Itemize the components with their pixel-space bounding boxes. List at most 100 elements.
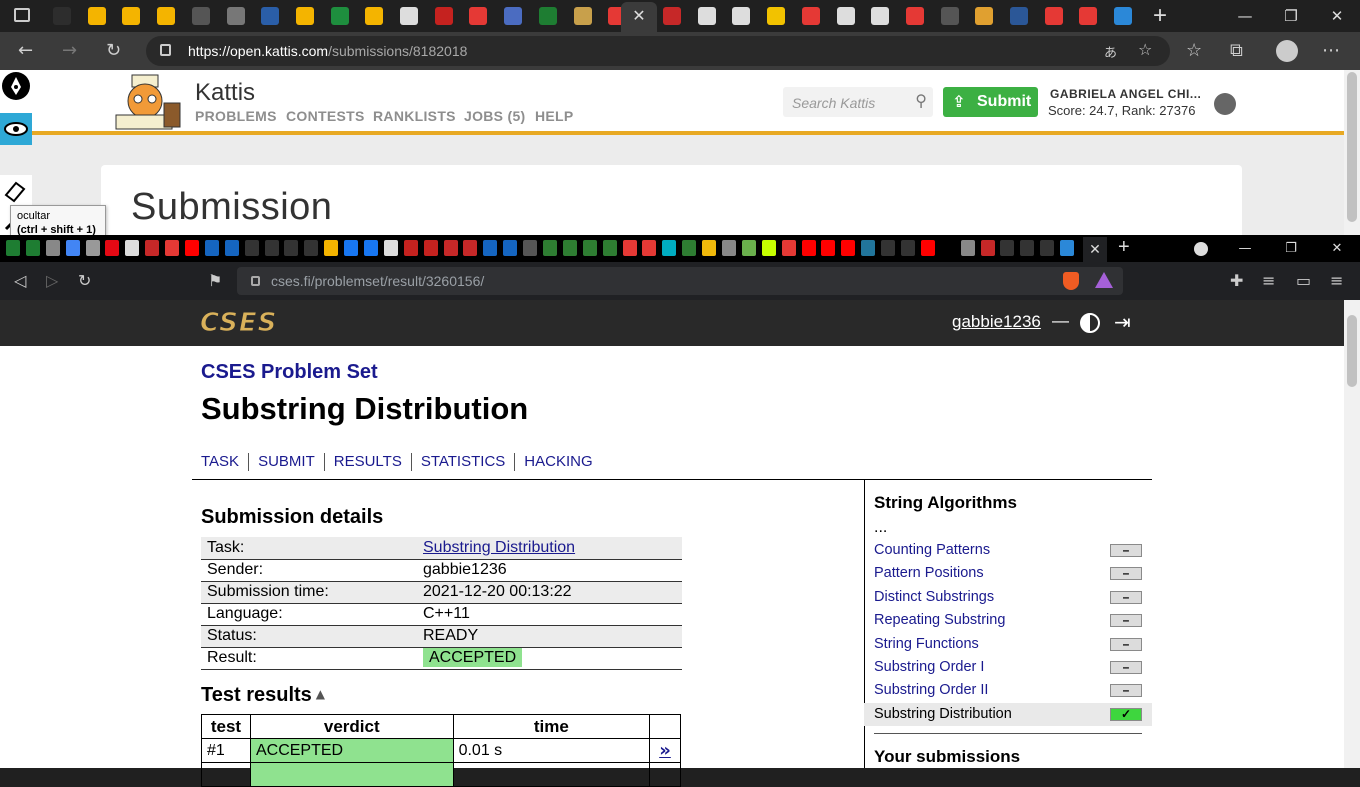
tab-favicon[interactable] (761, 240, 776, 256)
tab-favicon[interactable] (226, 7, 245, 25)
brave-rewards-icon[interactable] (1095, 272, 1113, 288)
test-results-heading[interactable]: Test results ▲ (201, 684, 325, 707)
collapse-arrow-icon[interactable]: ▲ (316, 687, 325, 701)
tab-favicon[interactable] (1114, 7, 1133, 25)
lock-icon[interactable] (251, 276, 260, 286)
tab-favicon[interactable] (920, 240, 935, 256)
tab-statistics[interactable]: STATISTICS (410, 453, 514, 471)
active-tab-cses[interactable]: ✕ (1083, 237, 1107, 262)
tab-favicon[interactable] (330, 7, 349, 25)
tab-favicon[interactable] (1079, 7, 1098, 25)
nav-problems[interactable]: PROBLEMS (195, 108, 277, 124)
maximize-button[interactable]: ❐ (1268, 0, 1314, 32)
refresh-icon[interactable]: ↻ (78, 271, 91, 290)
tab-favicon[interactable] (364, 240, 378, 256)
back-icon[interactable]: ◁ (14, 271, 26, 290)
test-details-link[interactable]: » (649, 738, 681, 763)
brave-shields-icon[interactable] (1063, 272, 1079, 290)
tab-favicon[interactable] (165, 240, 180, 256)
tab-favicon[interactable] (781, 240, 796, 256)
tab-favicon[interactable] (905, 7, 924, 25)
tab-favicon[interactable] (1010, 7, 1028, 25)
tab-favicon[interactable] (642, 240, 657, 256)
more-icon[interactable]: ⋯ (1322, 40, 1340, 61)
tab-favicon[interactable] (443, 240, 458, 256)
eye-icon[interactable] (0, 113, 32, 145)
wallet-icon[interactable]: ▭ (1296, 271, 1311, 290)
extensions-icon[interactable]: ✚ (1230, 271, 1243, 290)
playlist-icon[interactable]: ≡ (1262, 271, 1275, 290)
tab-favicon[interactable] (224, 240, 239, 256)
kattis-logo-icon[interactable] (106, 73, 184, 131)
tab-actions-icon[interactable] (14, 8, 30, 22)
tab-favicon[interactable] (1060, 240, 1075, 256)
tab-favicon[interactable] (125, 240, 140, 256)
tab-favicon[interactable] (122, 7, 141, 25)
tab-favicon[interactable] (562, 240, 577, 256)
tab-hacking[interactable]: HACKING (514, 453, 601, 471)
tab-favicon[interactable] (1044, 7, 1063, 25)
read-aloud-icon[interactable]: あ (1104, 42, 1117, 61)
tab-favicon[interactable] (975, 7, 994, 25)
tab-favicon[interactable] (434, 7, 453, 25)
close-window-button[interactable]: ✕ (1314, 0, 1360, 32)
nav-jobs[interactable]: JOBS (5) (464, 108, 526, 124)
forward-icon[interactable]: ▷ (46, 271, 58, 290)
tab-favicon[interactable] (25, 240, 40, 256)
tab-favicon[interactable] (602, 240, 617, 256)
tab-favicon[interactable] (940, 7, 959, 25)
tab-favicon[interactable] (767, 7, 786, 25)
new-tab-button[interactable]: + (1118, 236, 1130, 259)
task-link[interactable]: Substring Distribution (423, 539, 575, 556)
tab-favicon[interactable] (264, 240, 279, 256)
tab-favicon[interactable] (663, 7, 681, 25)
tab-favicon[interactable] (284, 240, 299, 256)
tab-favicon[interactable] (85, 240, 100, 256)
search-icon[interactable]: ⚲ (915, 91, 927, 110)
tab-favicon[interactable] (469, 7, 488, 25)
tab-favicon[interactable] (105, 240, 120, 256)
tab-favicon[interactable] (400, 7, 418, 25)
tab-favicon[interactable] (732, 7, 751, 25)
user-avatar[interactable] (1214, 93, 1236, 115)
test-details-link[interactable] (649, 762, 681, 787)
new-tab-button[interactable]: + (1153, 2, 1167, 30)
tab-search-icon[interactable] (1194, 242, 1208, 256)
tab-favicon[interactable] (538, 7, 557, 25)
nav-contests[interactable]: CONTESTS (286, 108, 365, 124)
tab-favicon[interactable] (682, 240, 697, 256)
tab-favicon[interactable] (940, 240, 955, 256)
profile-avatar[interactable] (1276, 40, 1298, 62)
tab-task[interactable]: TASK (201, 453, 248, 471)
tab-close-icon[interactable]: ✕ (632, 8, 645, 25)
tab-favicon[interactable] (53, 7, 71, 25)
tab-favicon[interactable] (157, 7, 176, 25)
tab-favicon[interactable] (871, 7, 890, 25)
collections-icon[interactable]: ⧉ (1230, 40, 1243, 61)
problem-set-link[interactable]: CSES Problem Set (201, 361, 378, 384)
tab-favicon[interactable] (662, 240, 677, 256)
sidebar-item-substring-order-2[interactable]: Substring Order II – (864, 679, 1152, 702)
tab-favicon[interactable] (423, 240, 438, 256)
tab-favicon[interactable] (901, 240, 915, 256)
sidebar-item-pattern-positions[interactable]: Pattern Positions – (864, 562, 1152, 585)
tab-favicon[interactable] (204, 240, 219, 256)
tab-favicon[interactable] (344, 240, 359, 256)
tab-favicon[interactable] (801, 240, 816, 256)
tab-favicon[interactable] (403, 240, 418, 256)
tab-favicon[interactable] (191, 7, 210, 25)
tab-favicon[interactable] (960, 240, 975, 256)
tab-favicon[interactable] (304, 240, 319, 256)
brave-scroll-thumb[interactable] (1347, 315, 1357, 387)
back-icon[interactable]: ← (18, 40, 33, 61)
kattis-search-input[interactable]: Search Kattis ⚲ (783, 87, 933, 117)
tab-results[interactable]: RESULTS (323, 453, 411, 471)
tab-favicon[interactable] (483, 240, 498, 256)
cses-username-link[interactable]: gabbie1236 (952, 312, 1041, 332)
tab-favicon[interactable] (861, 240, 876, 256)
tab-favicon[interactable] (841, 240, 856, 256)
tab-submit[interactable]: SUBMIT (248, 453, 324, 471)
tab-favicon[interactable] (45, 240, 60, 256)
nav-help[interactable]: HELP (535, 108, 574, 124)
cses-logo[interactable]: CSES (199, 308, 277, 339)
